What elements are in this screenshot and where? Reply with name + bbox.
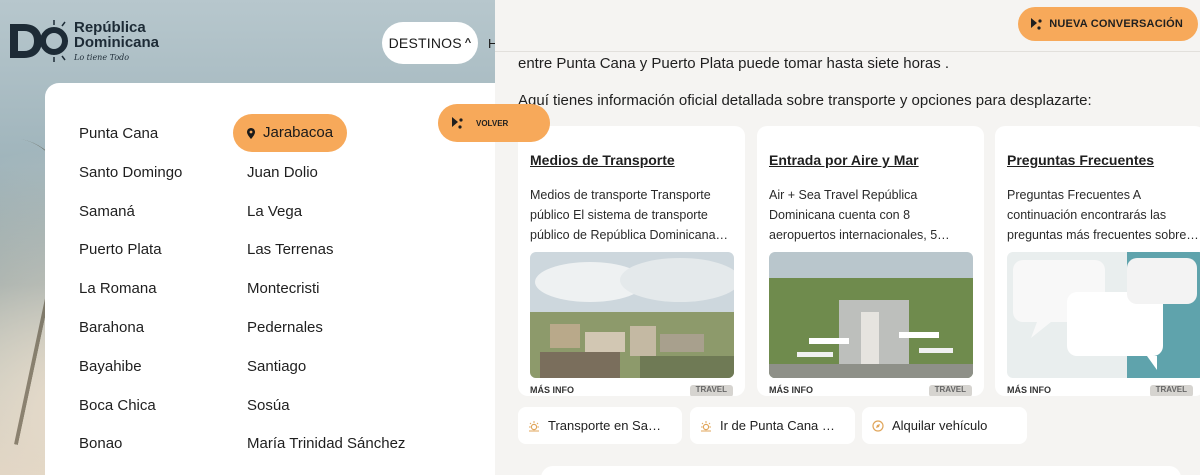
card-title-link[interactable]: Entrada por Aire y Mar <box>769 152 919 168</box>
back-button[interactable]: VOLVER <box>438 104 550 142</box>
destination-link[interactable]: Boca Chica <box>79 395 182 434</box>
destination-link[interactable]: Samaná <box>79 201 182 240</box>
card-description: Air + Sea Travel República Dominicana cu… <box>769 188 950 242</box>
destination-link-selected[interactable]: Jarabacoa <box>233 114 348 152</box>
destination-link[interactable]: Bonao <box>79 433 182 472</box>
destinations-column-2: Jarabacoa Juan Dolio La Vega Las Terrena… <box>233 114 405 472</box>
new-conversation-label: NUEVA CONVERSACIÓN <box>1049 18 1183 30</box>
suggestion-chip[interactable]: Alquilar vehículo <box>862 407 1027 444</box>
card-badge: TRAVEL <box>689 385 733 396</box>
nav-destinos-button[interactable]: DESTINOS ^ <box>382 22 478 64</box>
card-image-city <box>530 252 734 378</box>
card-more-info[interactable]: MÁS INFO <box>1007 385 1051 395</box>
destination-link[interactable]: Bayahibe <box>79 356 182 395</box>
destination-link[interactable]: Santiago <box>247 356 405 395</box>
brand-line-2: Dominicana <box>74 34 160 51</box>
spark-icon <box>452 117 463 129</box>
card-more-info[interactable]: MÁS INFO <box>530 385 574 395</box>
chat-input-area[interactable] <box>541 466 1181 475</box>
destination-link[interactable]: La Vega <box>247 201 405 240</box>
destinations-dropdown: Punta Cana Santo Domingo Samaná Puerto P… <box>45 83 495 475</box>
chat-header: NUEVA CONVERSACIÓN <box>495 0 1200 52</box>
card-badge: TRAVEL <box>928 385 972 396</box>
chevron-up-icon: ^ <box>464 37 472 49</box>
map-pin-icon <box>247 127 255 139</box>
destination-label: Jarabacoa <box>263 124 334 141</box>
back-button-label: VOLVER <box>476 118 509 128</box>
do-logo-icon <box>10 20 68 62</box>
info-card[interactable]: Preguntas Frecuentes Preguntas Frecuente… <box>995 126 1200 396</box>
card-badge: TRAVEL <box>1149 385 1193 396</box>
chat-panel: NUEVA CONVERSACIÓN entre Punta Cana y Pu… <box>495 0 1200 475</box>
destination-link[interactable]: María Trinidad Sánchez <box>247 433 405 472</box>
destination-link[interactable]: Sosúa <box>247 395 405 434</box>
destination-link[interactable]: Santo Domingo <box>79 162 182 201</box>
compass-icon <box>872 419 884 432</box>
card-title-link[interactable]: Medios de Transporte <box>530 152 675 168</box>
assistant-message-line: entre Punta Cana y Puerto Plata puede to… <box>518 55 950 72</box>
assistant-message-line: Aquí tienes información oficial detallad… <box>518 92 1092 109</box>
suggestion-chip[interactable]: Transporte en Sa… <box>518 407 682 444</box>
nav-destinos-label: DESTINOS <box>388 35 462 51</box>
spark-icon <box>1031 18 1042 30</box>
destinations-column-1: Punta Cana Santo Domingo Samaná Puerto P… <box>79 123 182 472</box>
suggestion-label: Ir de Punta Cana … <box>720 418 835 433</box>
card-more-info[interactable]: MÁS INFO <box>769 385 813 395</box>
card-title-link[interactable]: Preguntas Frecuentes <box>1007 152 1154 168</box>
brand-logo[interactable]: República Dominicana Lo tiene Todo <box>6 16 159 66</box>
nav-next-item[interactable]: H <box>488 36 495 51</box>
card-description: Medios de transporte Transporte público … <box>530 188 729 242</box>
brand-name: República Dominicana Lo tiene Todo <box>74 20 159 62</box>
destination-link[interactable]: La Romana <box>79 278 182 317</box>
sun-icon <box>529 420 539 431</box>
brand-line-1: República <box>74 19 146 36</box>
destination-link[interactable]: Montecristi <box>247 278 405 317</box>
card-image-speech-bubbles <box>1007 252 1200 378</box>
suggestion-label: Transporte en Sa… <box>548 418 661 433</box>
card-description: Preguntas Frecuentes A continuación enco… <box>1007 188 1199 242</box>
destination-link[interactable]: Juan Dolio <box>247 162 405 201</box>
suggestion-chip[interactable]: Ir de Punta Cana … <box>690 407 855 444</box>
info-card[interactable]: Entrada por Aire y Mar Air + Sea Travel … <box>757 126 984 396</box>
info-card[interactable]: Medios de Transporte Medios de transport… <box>518 126 745 396</box>
suggestion-label: Alquilar vehículo <box>892 418 988 433</box>
destination-link[interactable]: Barahona <box>79 317 182 356</box>
destination-link[interactable]: Punta Cana <box>79 123 182 162</box>
card-image-airport <box>769 252 973 378</box>
destination-link[interactable]: Puerto Plata <box>79 239 182 278</box>
sun-icon <box>701 420 711 431</box>
destination-link[interactable]: Pedernales <box>247 317 405 356</box>
brand-tagline: Lo tiene Todo <box>74 53 130 62</box>
destination-link[interactable]: Las Terrenas <box>247 239 405 278</box>
new-conversation-button[interactable]: NUEVA CONVERSACIÓN <box>1018 7 1198 41</box>
